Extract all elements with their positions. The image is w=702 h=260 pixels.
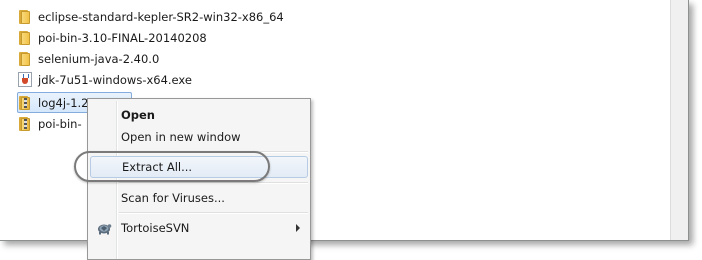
zip-folder-icon bbox=[18, 95, 32, 110]
zip-folder-icon bbox=[18, 116, 32, 131]
menu-item-tortoisesvn[interactable]: TortoiseSVN bbox=[90, 217, 308, 239]
file-item[interactable]: poi-bin-3.10-FINAL-20140208 bbox=[18, 28, 207, 47]
menu-item-open[interactable]: Open bbox=[90, 104, 308, 126]
context-menu: Open Open in new window Extract All... S… bbox=[87, 98, 311, 260]
menu-separator bbox=[119, 151, 308, 153]
menu-separator bbox=[119, 212, 308, 214]
file-item[interactable]: jdk-7u51-windows-x64.exe bbox=[18, 70, 192, 89]
tortoise-svn-icon bbox=[98, 224, 112, 235]
menu-item-label: Scan for Viruses... bbox=[121, 191, 225, 205]
menu-item-label: Open in new window bbox=[121, 130, 241, 144]
menu-item-extract-all[interactable]: Extract All... bbox=[90, 156, 308, 178]
java-exe-icon bbox=[18, 72, 32, 87]
menu-item-label: Open bbox=[121, 108, 155, 122]
folder-icon bbox=[18, 51, 32, 66]
menu-item-open-new-window[interactable]: Open in new window bbox=[90, 126, 308, 148]
vertical-scrollbar[interactable] bbox=[670, 0, 688, 240]
file-name: poi-bin-3.10-FINAL-20140208 bbox=[38, 30, 207, 45]
menu-item-scan-viruses[interactable]: Scan for Viruses... bbox=[90, 187, 308, 209]
menu-item-label: Extract All... bbox=[122, 160, 193, 174]
file-item[interactable]: selenium-java-2.40.0 bbox=[18, 49, 159, 68]
menu-separator bbox=[119, 182, 308, 184]
file-item[interactable]: eclipse-standard-kepler-SR2-win32-x86_64 bbox=[18, 7, 284, 26]
file-name: eclipse-standard-kepler-SR2-win32-x86_64 bbox=[38, 9, 284, 24]
menu-item-label: TortoiseSVN bbox=[121, 221, 190, 235]
submenu-arrow-icon bbox=[296, 224, 300, 232]
folder-icon bbox=[18, 30, 32, 45]
file-name: selenium-java-2.40.0 bbox=[38, 51, 160, 66]
file-name: jdk-7u51-windows-x64.exe bbox=[38, 72, 192, 87]
file-item[interactable]: poi-bin- bbox=[18, 114, 82, 133]
file-name: poi-bin- bbox=[38, 116, 82, 131]
folder-icon bbox=[18, 9, 32, 24]
